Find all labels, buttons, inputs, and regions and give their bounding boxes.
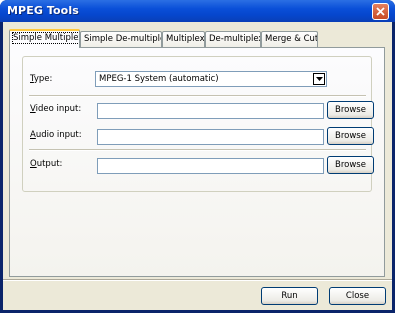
audio-input-field[interactable]: [97, 129, 324, 145]
tab-panel-simple-multiplex: Type: MPEG-1 System (automatic) Video in…: [9, 47, 385, 277]
tab-multiplex[interactable]: Multiplex: [162, 31, 205, 47]
video-input-field[interactable]: [97, 103, 324, 119]
tab-simple-multiplex[interactable]: Simple Multiplex: [9, 29, 80, 48]
audio-browse-button[interactable]: Browse: [327, 127, 374, 145]
audio-input-label: Audio input:: [30, 130, 82, 140]
run-button[interactable]: Run: [261, 287, 318, 305]
tab-merge-and-cut[interactable]: Merge & Cut: [261, 31, 318, 47]
dialog-body: Simple Multiplex Simple De-multiplex Mul…: [3, 22, 392, 310]
video-browse-button[interactable]: Browse: [327, 101, 374, 119]
output-browse-button[interactable]: Browse: [327, 156, 374, 174]
footer-separator: [3, 279, 392, 281]
mpeg-tools-window: MPEG Tools Simple Multiplex Simple De-mu…: [0, 0, 395, 313]
separator: [29, 149, 366, 151]
type-select-value: MPEG-1 System (automatic): [99, 74, 219, 84]
output-label: Output:: [30, 159, 63, 169]
type-dropdown-button[interactable]: [313, 73, 325, 85]
close-icon: [376, 7, 385, 16]
chevron-down-icon: [316, 77, 323, 81]
tab-de-multiplex[interactable]: De-multiplex: [205, 31, 261, 47]
video-input-label: Video input:: [30, 104, 82, 114]
type-label: Type:: [30, 74, 53, 84]
output-field[interactable]: [97, 158, 324, 174]
type-select[interactable]: MPEG-1 System (automatic): [95, 71, 327, 87]
close-button[interactable]: Close: [329, 287, 386, 305]
settings-group: Type: MPEG-1 System (automatic) Video in…: [22, 56, 374, 192]
close-window-button[interactable]: [372, 3, 389, 20]
separator: [29, 95, 366, 97]
window-title: MPEG Tools: [7, 4, 79, 17]
tab-simple-de-multiplex[interactable]: Simple De-multiplex: [80, 31, 162, 47]
title-bar[interactable]: MPEG Tools: [0, 0, 395, 22]
